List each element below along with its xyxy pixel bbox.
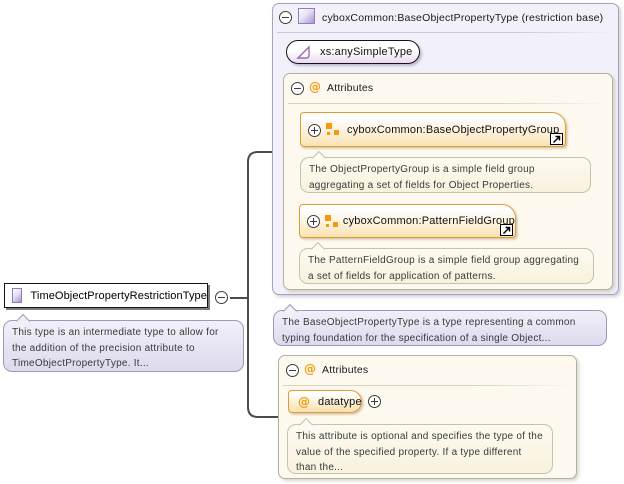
attribute-label: datatype xyxy=(318,395,362,408)
separator xyxy=(283,385,574,386)
restriction-type-box[interactable]: TimeObjectPropertyRestrictionType xyxy=(4,283,208,308)
attributes-section-label: Attributes xyxy=(327,82,374,94)
attribute-group-label: cyboxCommon:PatternFieldGroup xyxy=(342,215,515,227)
separator xyxy=(288,103,610,104)
attribute-group-icon xyxy=(325,214,338,228)
complex-type-icon xyxy=(298,8,315,24)
attribute-group-pattern-field[interactable]: cyboxCommon:PatternFieldGroup xyxy=(299,204,516,238)
schema-diagram: cyboxCommon:BaseObjectPropertyType (rest… xyxy=(0,0,624,484)
attribute-group-base-object-property[interactable]: cyboxCommon:BaseObjectPropertyGroup xyxy=(300,112,566,147)
restriction-type-description: This type is an intermediate type to all… xyxy=(3,313,244,372)
simple-type-icon xyxy=(296,44,310,59)
attribute-at-icon: @ xyxy=(309,80,321,94)
expand-toggle[interactable] xyxy=(368,395,381,408)
attributes-section-label: Attributes xyxy=(322,364,369,376)
separator xyxy=(277,32,616,33)
base-simple-type-pill[interactable]: xs:anySimpleType xyxy=(286,40,420,64)
attribute-description: This attribute is optional and specifies… xyxy=(287,417,553,474)
collapse-toggle[interactable] xyxy=(215,291,228,304)
attribute-at-icon: @ xyxy=(304,362,316,376)
attribute-group-description: The PatternFieldGroup is a simple field … xyxy=(299,241,594,284)
collapse-toggle[interactable] xyxy=(279,11,292,24)
attribute-at-icon: @ xyxy=(298,394,310,409)
expand-toggle[interactable] xyxy=(307,215,320,228)
expand-toggle[interactable] xyxy=(308,124,321,137)
base-type-header: cyboxCommon:BaseObjectPropertyType (rest… xyxy=(273,4,618,31)
attribute-group-description: The ObjectPropertyGroup is a simple fiel… xyxy=(300,150,591,193)
restriction-type-label: TimeObjectPropertyRestrictionType xyxy=(30,289,207,302)
collapse-toggle[interactable] xyxy=(291,82,304,95)
link-arrow-icon[interactable] xyxy=(550,133,563,145)
link-arrow-icon[interactable] xyxy=(500,224,513,236)
complex-type-icon xyxy=(12,288,23,303)
collapse-toggle[interactable] xyxy=(286,364,299,377)
simple-type-label: xs:anySimpleType xyxy=(320,46,413,58)
base-type-description: The BaseObjectPropertyType is a type rep… xyxy=(273,303,607,346)
attribute-datatype-pill[interactable]: @ datatype xyxy=(288,390,362,413)
attribute-group-label: cyboxCommon:BaseObjectPropertyGroup xyxy=(347,123,560,136)
attribute-group-icon xyxy=(326,123,339,136)
base-type-title: cyboxCommon:BaseObjectPropertyType (rest… xyxy=(322,12,604,24)
